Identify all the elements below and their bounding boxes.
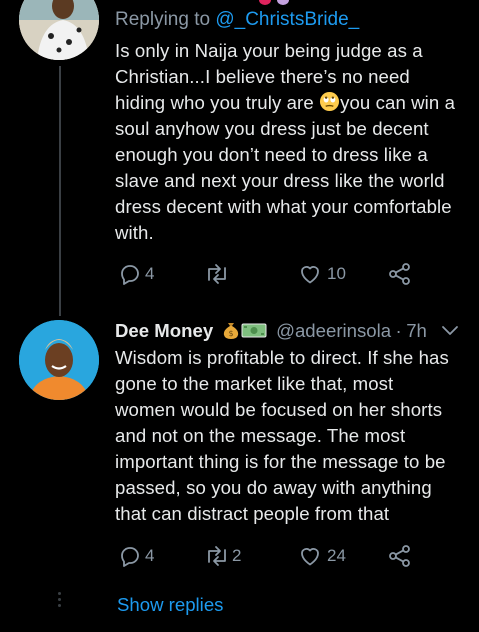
user-handle[interactable]: @adeerinsola — [276, 320, 391, 341]
share-icon — [389, 545, 410, 567]
text-line: Christian...I believe there’s no need — [115, 66, 410, 87]
retweet-icon — [208, 264, 226, 284]
retweet-button[interactable]: 2 — [204, 544, 241, 568]
rolling-eyes-emoji-icon — [320, 91, 340, 112]
text-line-with-emoji: hiding who you truly are you can win a — [115, 90, 470, 116]
avatar-photo — [19, 320, 99, 400]
text-line: soul anyhow you dress just be decent — [115, 118, 429, 139]
tweet-time[interactable]: 7h — [406, 320, 427, 341]
clipped-emoji-fragments — [259, 0, 289, 5]
retweet-count: 2 — [232, 546, 242, 565]
share-icon — [389, 263, 410, 285]
like-button[interactable]: 24 — [298, 544, 346, 568]
replied-user-handle[interactable]: @_ChristsBride_ — [215, 9, 359, 30]
display-name[interactable]: Dee Money — [115, 320, 213, 341]
separator-dot: · — [395, 320, 402, 341]
heart-icon — [301, 266, 319, 284]
text-line: Is only in Naija your being judge as a — [115, 40, 423, 61]
text-line: important thing is for the message to be — [115, 451, 446, 472]
dollar-banknote-icon — [241, 323, 267, 338]
money-bag-icon: $ — [223, 323, 238, 339]
text-line: women would be focused on her shorts — [115, 399, 443, 420]
like-button[interactable]: 10 — [298, 262, 346, 286]
retweet-icon — [208, 546, 226, 566]
reply-button[interactable]: 4 — [118, 544, 154, 568]
thread-dots — [58, 592, 61, 610]
reply-button[interactable]: 4 — [118, 262, 154, 286]
chevron-down-icon[interactable] — [440, 324, 460, 338]
reply-icon — [121, 547, 139, 567]
avatar[interactable] — [19, 320, 99, 400]
text-line: that can distract people from that — [115, 503, 390, 524]
text-line: dress decent with what your comfortable — [115, 196, 452, 217]
tweet-header: Dee Money $ @adeerinsola · 7h — [115, 320, 465, 346]
replying-to-prefix: Replying to — [115, 9, 216, 30]
text-segment: hiding who you truly are — [115, 92, 314, 113]
reply-icon — [121, 265, 139, 285]
heart-icon — [301, 548, 319, 566]
show-replies-link[interactable]: Show replies — [117, 594, 223, 616]
text-line: slave and next your dress like the world — [115, 170, 445, 191]
text-segment: you can win a — [340, 92, 456, 113]
avatar-photo — [19, 0, 99, 60]
tweet-text: Is only in Naija your being judge as a C… — [115, 38, 470, 246]
thread-connector-line — [59, 66, 61, 316]
tweet-2[interactable]: Dee Money $ @adeerinsola · 7h Wisdom is … — [0, 310, 479, 580]
text-line: enough you don’t need to dress like a — [115, 144, 428, 165]
text-line: Wisdom is profitable to direct. If she h… — [115, 347, 449, 368]
text-line: and not on the message. The most — [115, 425, 406, 446]
tweet-actions: 4 2 24 — [118, 544, 418, 568]
share-button[interactable] — [388, 262, 412, 286]
share-button[interactable] — [388, 544, 412, 568]
tweet-text: Wisdom is profitable to direct. If she h… — [115, 345, 475, 527]
reply-count: 4 — [145, 264, 155, 283]
tweet-actions: 4 10 — [118, 262, 418, 286]
text-line: gone to the market like that, most — [115, 373, 394, 394]
reply-count: 4 — [145, 546, 155, 565]
tweet-1[interactable]: Replying to @_ChristsBride_ Is only in N… — [0, 0, 479, 316]
replying-to-label: Replying to @_ChristsBride_ — [115, 9, 359, 31]
like-count: 10 — [327, 264, 346, 283]
avatar[interactable] — [19, 0, 99, 60]
text-line: with. — [115, 222, 154, 243]
svg-text:$: $ — [228, 329, 233, 338]
like-count: 24 — [327, 546, 346, 565]
retweet-button[interactable] — [204, 262, 232, 286]
text-line: passed, so you do away with anything — [115, 477, 432, 498]
